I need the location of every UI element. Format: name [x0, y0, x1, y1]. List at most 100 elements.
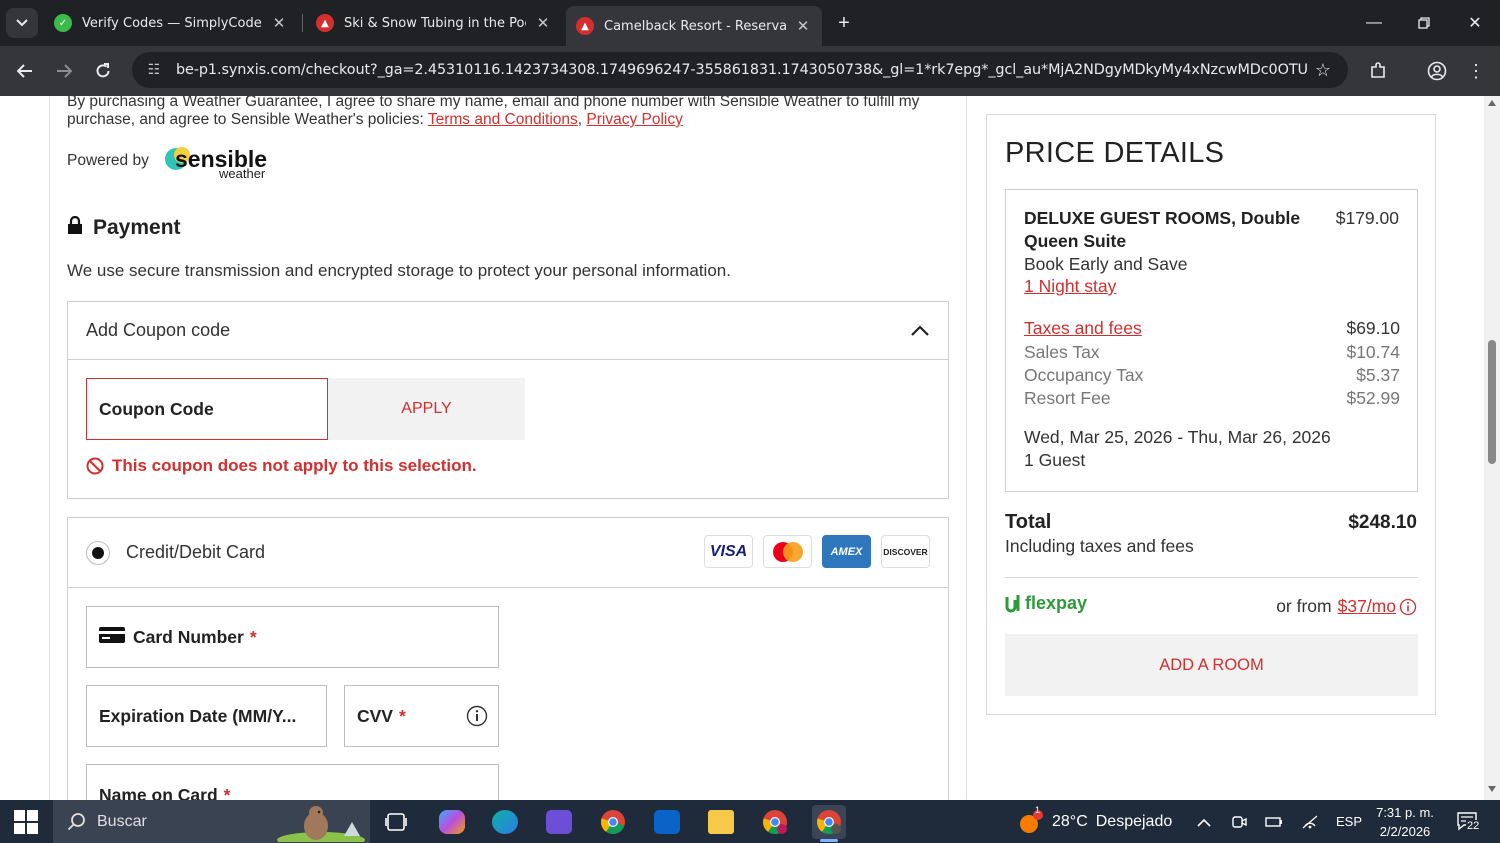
cvv-label: CVV [357, 705, 393, 726]
puzzle-icon [1371, 62, 1385, 78]
payment-method-label: Credit/Debit Card [126, 542, 266, 562]
monthly-payment-link[interactable]: $37/mo [1338, 596, 1396, 617]
night-stay-link[interactable]: 1 Night stay [1024, 276, 1116, 297]
tab-camelback-ski[interactable]: ▲ Ski & Snow Tubing in the Pocono ✕ [306, 6, 562, 40]
resort-fee-value: $52.99 [1346, 388, 1400, 408]
chevron-up-glyph [1197, 818, 1211, 827]
simplycodes-check-icon: ✓ [54, 14, 72, 32]
info-icon[interactable] [1399, 598, 1417, 616]
required-asterisk: * [398, 705, 406, 726]
coupon-error-text: This coupon does not apply to this selec… [112, 456, 477, 475]
card-number-field[interactable]: Card Number * [86, 606, 499, 668]
add-room-button[interactable]: ADD A ROOM [1005, 634, 1418, 696]
terms-link[interactable]: Terms and Conditions [428, 111, 578, 128]
occupancy-tax-row: Occupancy Tax $5.37 [1024, 365, 1400, 386]
close-tab-icon[interactable]: ✕ [270, 14, 288, 32]
taskbar-search[interactable]: Buscar [53, 800, 370, 843]
radio-selected-dot [92, 546, 104, 559]
url-text[interactable]: be-p1.synxis.com/checkout?_ga=2.45310116… [176, 62, 1308, 78]
notification-count: 22 [1466, 820, 1481, 832]
account-circle-icon [1427, 61, 1447, 81]
expiration-date-field[interactable]: Expiration Date (MM/Y... [86, 685, 327, 747]
windows-taskbar: Buscar 1 28°C Despejado ESP 7:31 p. m. 2… [0, 800, 1500, 843]
input-language-indicator[interactable]: ESP [1336, 800, 1362, 843]
clipchamp-app-icon[interactable] [542, 805, 576, 839]
chevron-up-icon[interactable] [910, 324, 930, 337]
forward-button[interactable] [49, 56, 79, 86]
privacy-policy-link[interactable]: Privacy Policy [586, 111, 682, 128]
chrome-active-app-icon[interactable] [812, 805, 846, 842]
battery-icon[interactable] [1264, 812, 1284, 832]
profile-icon[interactable] [1422, 56, 1452, 86]
edge-app-icon[interactable] [488, 805, 522, 839]
tab-simplycodes[interactable]: ✓ Verify Codes — SimplyCodes ✕ [44, 6, 298, 40]
copilot-app-icon[interactable] [435, 805, 469, 839]
chrome-app-icon[interactable] [596, 805, 630, 839]
scrollbar-thumb[interactable] [1488, 340, 1496, 464]
total-label: Total [1005, 511, 1052, 533]
back-button[interactable] [10, 56, 40, 86]
coupon-code-input[interactable]: Coupon Code [86, 378, 328, 440]
payment-title-text: Payment [93, 216, 181, 239]
name-on-card-field[interactable]: Name on Card * [86, 764, 499, 800]
extensions-icon[interactable] [1363, 56, 1393, 86]
scroll-down-arrow-icon[interactable] [1488, 786, 1496, 792]
weather-description: Despejado [1095, 812, 1173, 830]
minimize-button[interactable]: — [1359, 8, 1389, 38]
stay-dates: Wed, Mar 25, 2026 - Thu, Mar 26, 2026 [1024, 427, 1331, 447]
clock-date: 2/2/2026 [1379, 824, 1431, 839]
address-bar[interactable]: ☷ be-p1.synxis.com/checkout?_ga=2.453101… [132, 52, 1348, 88]
price-details-panel: PRICE DETAILS DELUXE GUEST ROOMS, Double… [986, 114, 1436, 715]
sales-tax-value: $10.74 [1346, 342, 1400, 362]
meet-now-icon[interactable] [1229, 812, 1249, 832]
price-details-title: PRICE DETAILS [1005, 137, 1225, 169]
show-hidden-icons-chevron-icon[interactable] [1194, 812, 1214, 832]
coupon-code-placeholder: Coupon Code [99, 398, 214, 419]
mastercard-logo-icon [763, 535, 812, 568]
close-tab-icon[interactable]: ✕ [794, 17, 812, 35]
close-tab-icon[interactable]: ✕ [534, 14, 552, 32]
task-view-icon[interactable] [379, 805, 413, 839]
taxes-and-fees-value: $69.10 [1346, 318, 1400, 338]
file-explorer-icon[interactable] [704, 805, 738, 839]
card-number-label: Card Number [133, 626, 244, 647]
powered-by-label: Powered by [67, 152, 149, 169]
sales-tax-row: Sales Tax $10.74 [1024, 342, 1400, 363]
task-view-glyph [385, 813, 407, 831]
credit-card-radio[interactable] [86, 540, 110, 565]
page-scrollbar[interactable] [1484, 96, 1500, 800]
info-icon[interactable] [466, 705, 488, 727]
payment-heading: Payment [67, 216, 181, 240]
site-settings-icon[interactable]: ☷ [144, 62, 164, 78]
tab-camelback-reservation[interactable]: ▲ Camelback Resort - Reservation ✕ [566, 6, 822, 46]
cvv-field[interactable]: CVV * [344, 685, 499, 747]
reload-button[interactable] [88, 56, 118, 86]
weather-widget[interactable]: 1 28°C Despejado [1016, 800, 1172, 843]
outlook-app-icon[interactable] [650, 805, 684, 839]
tab-separator [302, 14, 303, 32]
apply-coupon-button[interactable]: APPLY [328, 378, 525, 440]
wifi-icon[interactable] [1300, 812, 1320, 832]
credit-card-section: Credit/Debit Card VISA AMEX DISCOVER Car… [67, 517, 949, 800]
room-summary-box: DELUXE GUEST ROOMS, Double Queen Suite $… [1005, 189, 1418, 492]
close-window-button[interactable]: ✕ [1460, 8, 1490, 38]
notification-center-icon[interactable]: 22 [1456, 811, 1481, 833]
restore-button[interactable] [1409, 8, 1439, 38]
coupon-accordion-header[interactable]: Add Coupon code [68, 302, 948, 360]
browser-toolbar: ☷ be-p1.synxis.com/checkout?_ga=2.453101… [0, 46, 1500, 96]
bookmark-star-icon[interactable]: ☆ [1308, 60, 1338, 81]
windows-start-icon[interactable] [14, 810, 38, 834]
resort-fee-label: Resort Fee [1024, 388, 1111, 408]
taxes-and-fees-row: Taxes and fees $69.10 [1024, 318, 1400, 339]
scroll-up-arrow-icon[interactable] [1488, 100, 1496, 106]
new-tab-button[interactable]: + [833, 10, 855, 36]
mastercard-circles [772, 541, 803, 562]
language-code: ESP [1336, 814, 1363, 829]
browser-menu-button[interactable]: ⋮ [1461, 56, 1491, 86]
taxes-and-fees-link[interactable]: Taxes and fees [1024, 318, 1142, 339]
room-price: $179.00 [1335, 208, 1399, 228]
system-clock[interactable]: 7:31 p. m. 2/2/2026 [1370, 803, 1440, 841]
search-placeholder: Buscar [97, 812, 147, 830]
tab-search-button[interactable] [6, 8, 38, 38]
chrome-profile-app-icon[interactable] [758, 805, 792, 839]
